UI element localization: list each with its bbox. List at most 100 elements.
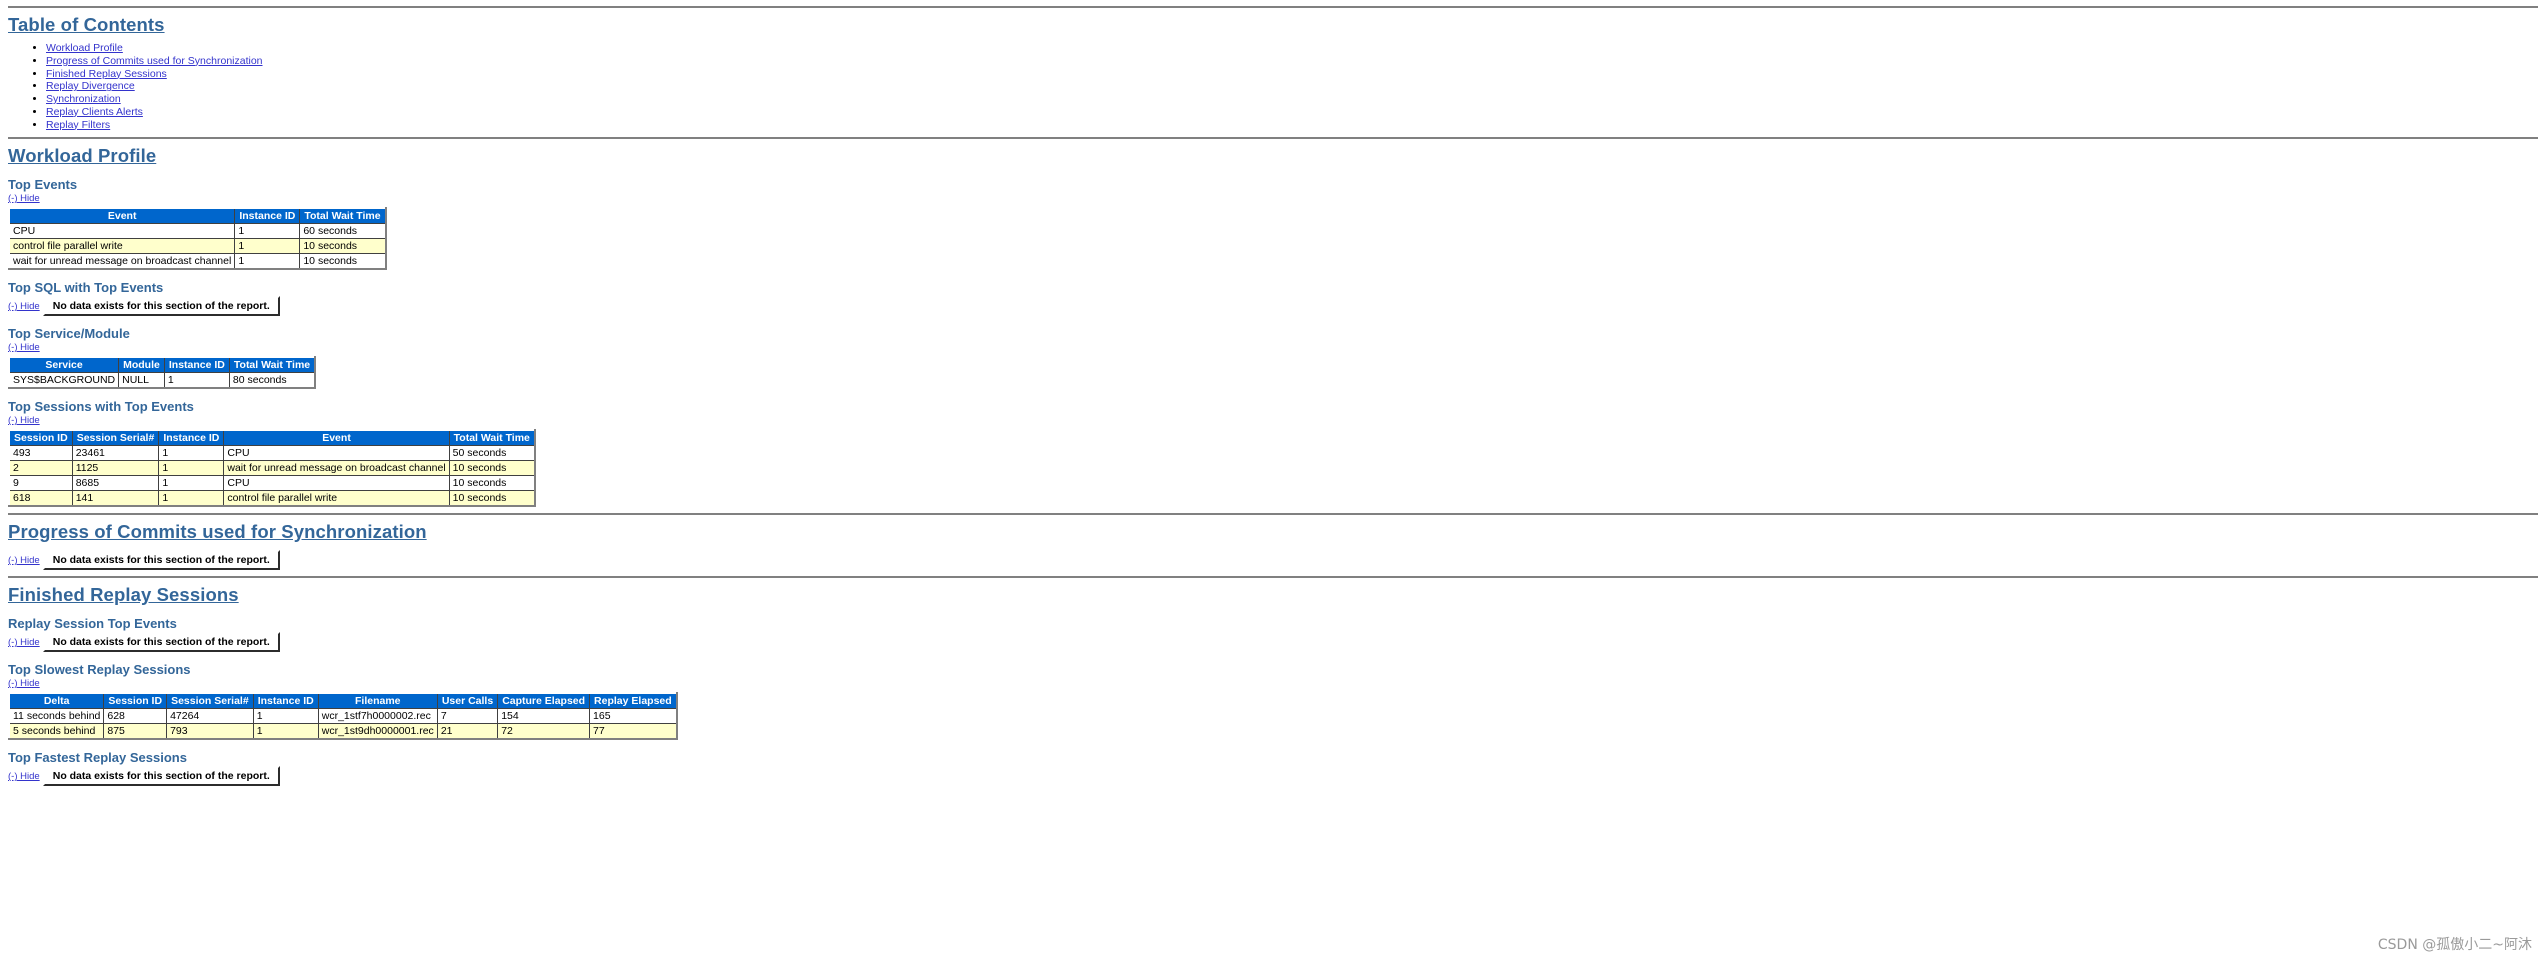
column-header-module: Module — [118, 356, 165, 374]
table-row: 2 1125 1 wait for unread message on broa… — [8, 460, 536, 477]
column-header-total-wait-time: Total Wait Time — [448, 429, 536, 447]
cell-event: control file parallel write — [8, 238, 236, 255]
cell-instance-id: 1 — [158, 490, 225, 507]
section-title-progress-commits: Progress of Commits used for Synchroniza… — [8, 521, 427, 543]
cell-instance-id: 1 — [234, 223, 301, 240]
column-header-instance-id: Instance ID — [252, 692, 319, 710]
hide-link-replay-session-top-events[interactable]: (-) Hide — [8, 637, 40, 648]
toc-link-progress-of-commits[interactable]: Progress of Commits used for Synchroniza… — [46, 55, 263, 67]
cell-session-id: 9 — [8, 475, 73, 492]
cell-instance-id: 1 — [158, 445, 225, 462]
cell-user-calls: 7 — [436, 708, 499, 725]
hide-link-top-slowest-replay-sessions[interactable]: (-) Hide — [8, 678, 40, 689]
subsection-title-top-fastest-replay-sessions: Top Fastest Replay Sessions — [8, 750, 187, 766]
cell-instance-id: 1 — [234, 238, 301, 255]
cell-filename: wcr_1st9dh0000001.rec — [317, 723, 438, 740]
toc-link-replay-divergence[interactable]: Replay Divergence — [46, 80, 135, 92]
column-header-capture-elapsed: Capture Elapsed — [497, 692, 591, 710]
column-header-session-serial: Session Serial# — [71, 429, 160, 447]
column-header-event: Event — [223, 429, 450, 447]
cell-instance-id: 1 — [234, 253, 301, 270]
list-item: Progress of Commits used for Synchroniza… — [46, 55, 2538, 68]
hide-link-top-sql[interactable]: (-) Hide — [8, 301, 40, 312]
hide-link-top-service-module[interactable]: (-) Hide — [8, 342, 40, 353]
cell-capture-elapsed: 154 — [497, 708, 591, 725]
column-header-event: Event — [8, 207, 236, 225]
column-header-delta: Delta — [8, 692, 105, 710]
table-row: control file parallel write 1 10 seconds — [8, 238, 387, 255]
cell-delta: 11 seconds behind — [8, 708, 105, 725]
table-row: 11 seconds behind 628 47264 1 wcr_1stf7h… — [8, 708, 678, 725]
table-top-sessions: Session ID Session Serial# Instance ID E… — [8, 429, 536, 508]
subsection-title-top-slowest-replay-sessions: Top Slowest Replay Sessions — [8, 662, 191, 678]
cell-session-serial: 141 — [71, 490, 160, 507]
cell-instance-id: 1 — [252, 708, 319, 725]
table-row: 9 8685 1 CPU 10 seconds — [8, 475, 536, 492]
cell-capture-elapsed: 72 — [497, 723, 591, 740]
cell-session-id: 493 — [8, 445, 73, 462]
table-row: SYS$BACKGROUND NULL 1 80 seconds — [8, 372, 316, 389]
cell-module: NULL — [118, 372, 165, 389]
table-row: 493 23461 1 CPU 50 seconds — [8, 445, 536, 462]
column-header-instance-id: Instance ID — [234, 207, 301, 225]
hide-link-top-fastest-replay-sessions[interactable]: (-) Hide — [8, 771, 40, 782]
column-header-total-wait-time: Total Wait Time — [228, 356, 316, 374]
list-item: Synchronization — [46, 93, 2538, 106]
cell-total-wait-time: 10 seconds — [299, 238, 387, 255]
subsection-title-replay-session-top-events: Replay Session Top Events — [8, 616, 177, 632]
list-item: Workload Profile — [46, 42, 2538, 55]
top-divider — [8, 6, 2538, 8]
table-row: 5 seconds behind 875 793 1 wcr_1st9dh000… — [8, 723, 678, 740]
cell-event: wait for unread message on broadcast cha… — [223, 460, 450, 477]
cell-total-wait-time: 10 seconds — [448, 460, 536, 477]
table-header-row: Delta Session ID Session Serial# Instanc… — [8, 692, 678, 710]
cell-session-serial: 8685 — [71, 475, 160, 492]
table-top-events: Event Instance ID Total Wait Time CPU 1 … — [8, 207, 387, 271]
divider-finished-replay-sessions — [8, 576, 2538, 579]
cell-session-serial: 47264 — [166, 708, 254, 725]
cell-event: wait for unread message on broadcast cha… — [8, 253, 236, 270]
section-title-finished-replay-sessions: Finished Replay Sessions — [8, 584, 239, 606]
toc-link-replay-filters[interactable]: Replay Filters — [46, 119, 110, 131]
subsection-title-top-sessions: Top Sessions with Top Events — [8, 399, 194, 415]
page-title: Table of Contents — [8, 14, 165, 35]
cell-session-id: 2 — [8, 460, 73, 477]
cell-total-wait-time: 10 seconds — [448, 475, 536, 492]
cell-total-wait-time: 50 seconds — [448, 445, 536, 462]
table-header-row: Event Instance ID Total Wait Time — [8, 207, 387, 225]
toc-link-replay-clients-alerts[interactable]: Replay Clients Alerts — [46, 106, 143, 118]
cell-replay-elapsed: 165 — [589, 708, 678, 725]
no-data-message-replay-session-top-events: No data exists for this section of the r… — [42, 632, 280, 653]
table-top-slowest-replay-sessions: Delta Session ID Session Serial# Instanc… — [8, 692, 678, 741]
column-header-service: Service — [8, 356, 120, 374]
hide-link-top-events[interactable]: (-) Hide — [8, 193, 40, 204]
subsection-title-top-service-module: Top Service/Module — [8, 326, 130, 342]
column-header-filename: Filename — [317, 692, 438, 710]
column-header-session-id: Session ID — [8, 429, 73, 447]
column-header-instance-id: Instance ID — [163, 356, 230, 374]
table-row: 618 141 1 control file parallel write 10… — [8, 490, 536, 507]
toc-link-synchronization[interactable]: Synchronization — [46, 93, 121, 105]
column-header-total-wait-time: Total Wait Time — [299, 207, 387, 225]
column-header-replay-elapsed: Replay Elapsed — [589, 692, 678, 710]
cell-instance-id: 1 — [252, 723, 319, 740]
cell-total-wait-time: 10 seconds — [448, 490, 536, 507]
cell-user-calls: 21 — [436, 723, 499, 740]
divider-progress-commits — [8, 513, 2538, 516]
hide-link-progress-commits[interactable]: (-) Hide — [8, 555, 40, 566]
cell-replay-elapsed: 77 — [589, 723, 678, 740]
list-item: Replay Divergence — [46, 80, 2538, 93]
list-item: Replay Filters — [46, 119, 2538, 132]
cell-service: SYS$BACKGROUND — [8, 372, 120, 389]
cell-session-serial: 793 — [166, 723, 254, 740]
list-item: Finished Replay Sessions — [46, 68, 2538, 81]
cell-event: control file parallel write — [223, 490, 450, 507]
cell-event: CPU — [223, 475, 450, 492]
toc-link-finished-replay-sessions[interactable]: Finished Replay Sessions — [46, 68, 167, 80]
cell-instance-id: 1 — [163, 372, 230, 389]
no-data-message-top-sql: No data exists for this section of the r… — [42, 296, 280, 317]
toc-link-workload-profile[interactable]: Workload Profile — [46, 42, 123, 54]
cell-session-serial: 1125 — [71, 460, 160, 477]
hide-link-top-sessions[interactable]: (-) Hide — [8, 415, 40, 426]
cell-filename: wcr_1stf7h0000002.rec — [317, 708, 438, 725]
